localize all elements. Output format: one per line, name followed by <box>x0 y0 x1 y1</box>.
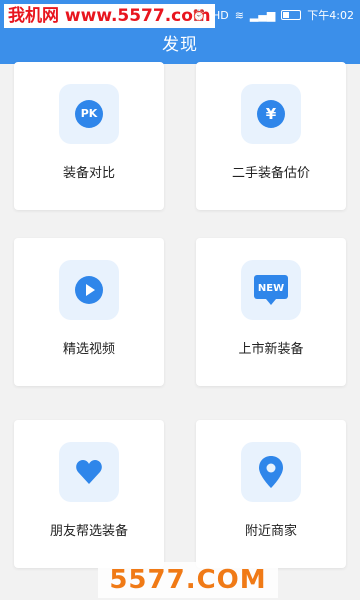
alarm-icon: ⏰ <box>192 8 206 22</box>
card-label: 附近商家 <box>244 524 297 539</box>
play-icon <box>75 276 103 304</box>
icon-tile <box>59 260 119 320</box>
location-icon <box>259 456 283 488</box>
icon-tile: NEW <box>241 260 301 320</box>
card-nearby-merchants[interactable]: 附近商家 <box>196 420 346 568</box>
heart-icon <box>76 460 102 484</box>
watermark-logo: 我机网 www.5577.com <box>4 4 215 28</box>
status-icons: ⏰ HD ≋ ▂▄▆ 下午4:02 <box>192 0 354 30</box>
card-featured-video[interactable]: 精选视频 <box>14 238 164 386</box>
new-icon: NEW <box>254 275 288 305</box>
card-label: 二手装备估价 <box>231 166 310 181</box>
icon-tile <box>59 442 119 502</box>
icon-tile: PK <box>59 84 119 144</box>
signal-icon: ▂▄▆ <box>249 8 276 22</box>
card-label: 装备对比 <box>62 166 115 181</box>
pk-icon: PK <box>75 100 103 128</box>
card-friend-pick[interactable]: 朋友帮选装备 <box>14 420 164 568</box>
card-equipment-compare[interactable]: PK 装备对比 <box>14 62 164 210</box>
hd-icon: HD <box>211 8 229 22</box>
battery-icon <box>281 10 302 20</box>
card-used-valuation[interactable]: ¥ 二手装备估价 <box>196 62 346 210</box>
card-label: 精选视频 <box>62 342 115 357</box>
status-bar: 我机网 www.5577.com ⏰ HD ≋ ▂▄▆ 下午4:02 <box>0 0 360 30</box>
page-title: 发现 <box>0 30 360 64</box>
wifi-icon: ≋ <box>234 8 244 22</box>
card-label: 上市新装备 <box>238 342 304 357</box>
svg-text:NEW: NEW <box>258 283 284 294</box>
card-label: 朋友帮选装备 <box>49 524 128 539</box>
icon-tile <box>241 442 301 502</box>
card-new-equipment[interactable]: NEW 上市新装备 <box>196 238 346 386</box>
yen-icon: ¥ <box>257 100 285 128</box>
status-time: 下午4:02 <box>307 9 354 22</box>
watermark-footer: 5577.COM <box>98 562 278 598</box>
icon-tile: ¥ <box>241 84 301 144</box>
